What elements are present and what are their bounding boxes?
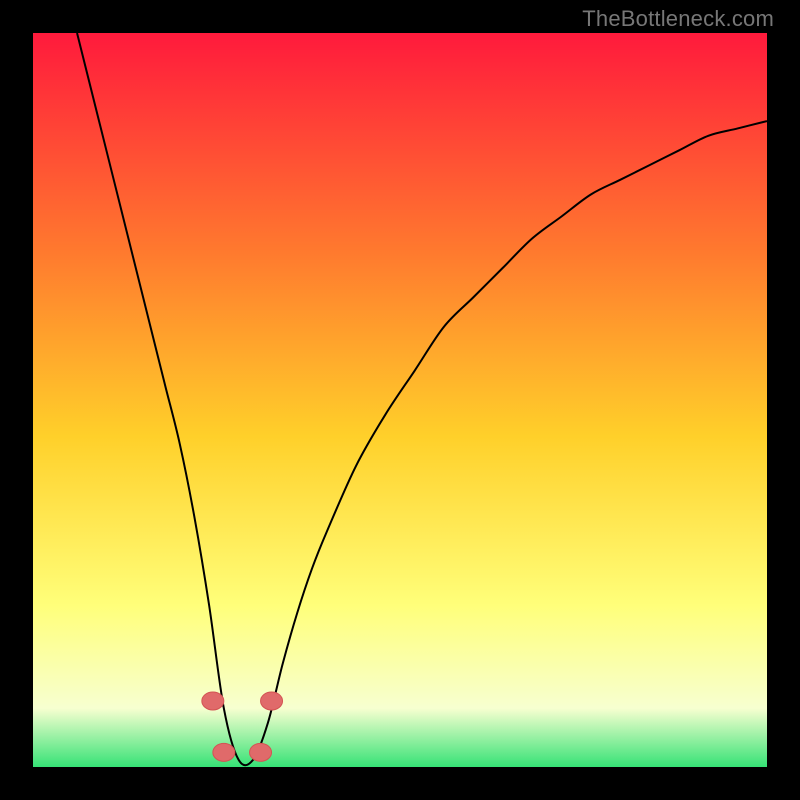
chart-stage: TheBottleneck.com bbox=[0, 0, 800, 800]
curve-marker bbox=[202, 692, 224, 710]
curve-marker bbox=[261, 692, 283, 710]
curve-layer bbox=[33, 33, 767, 767]
curve-marker bbox=[213, 743, 235, 761]
curve-marker bbox=[250, 743, 272, 761]
curve-markers bbox=[202, 692, 283, 761]
watermark-label: TheBottleneck.com bbox=[582, 6, 774, 32]
bottleneck-curve bbox=[77, 33, 767, 765]
plot-area bbox=[33, 33, 767, 767]
